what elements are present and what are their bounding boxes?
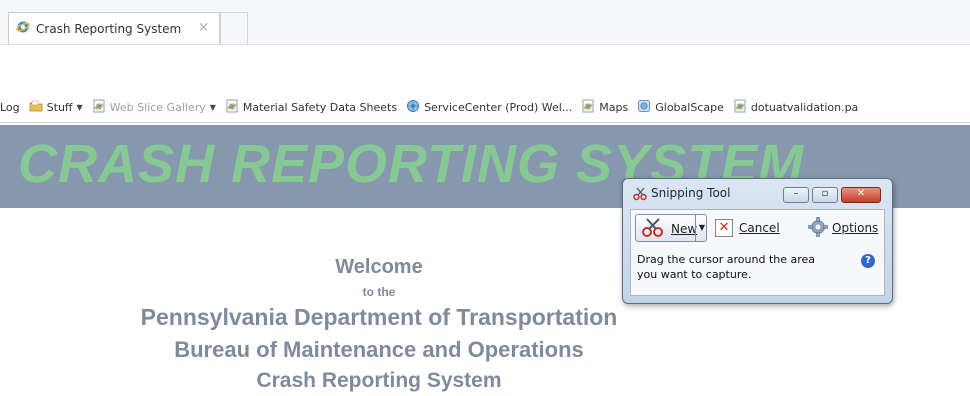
ie-page-icon bbox=[225, 99, 239, 116]
favorite-label: Web Slice Gallery bbox=[109, 100, 206, 114]
bureau-name: Bureau of Maintenance and Operations bbox=[174, 337, 584, 362]
organization-name: Pennsylvania Department of Transportatio… bbox=[140, 304, 618, 330]
favorite-servicecenter[interactable]: ServiceCenter (Prod) Wel... bbox=[406, 99, 572, 116]
ie-page-icon bbox=[16, 19, 30, 38]
new-tab-button[interactable] bbox=[220, 12, 248, 44]
new-snip-label: New bbox=[671, 222, 698, 236]
snipping-toolbar: New ▼ ✕ Cancel Options bbox=[631, 210, 884, 246]
cancel-icon: ✕ bbox=[715, 219, 733, 237]
window-title: Snipping Tool bbox=[651, 186, 731, 200]
favorite-maps[interactable]: Maps bbox=[581, 99, 628, 116]
options-label: Options bbox=[832, 221, 879, 235]
browser-tab[interactable]: Crash Reporting System × bbox=[8, 12, 220, 44]
ie-page-icon bbox=[733, 99, 747, 116]
scissors-icon bbox=[633, 186, 648, 205]
favorite-label: Material Safety Data Sheets bbox=[242, 100, 398, 114]
favorite-label: Maps bbox=[599, 100, 629, 114]
cancel-label: Cancel bbox=[739, 221, 780, 235]
snipping-tool-window[interactable]: Snipping Tool – ▫ ✕ New ▼ ✕ Cancel Optio… bbox=[622, 178, 893, 304]
new-snip-button[interactable]: New ▼ bbox=[635, 214, 707, 242]
chevron-down-icon[interactable]: ▼ bbox=[695, 215, 708, 241]
favorite-stuff[interactable]: Stuff ▼ bbox=[29, 99, 83, 116]
chevron-down-icon: ▼ bbox=[209, 102, 216, 112]
favorite-globalscape[interactable]: GlobalScape bbox=[637, 99, 724, 116]
favorites-bar: Log Stuff ▼ Web Slice Gallery ▼ Material… bbox=[0, 94, 970, 120]
snipping-tool-titlebar[interactable]: Snipping Tool – ▫ ✕ bbox=[623, 179, 892, 207]
close-button[interactable]: ✕ bbox=[841, 187, 881, 203]
scissors-icon bbox=[641, 218, 665, 241]
cancel-button[interactable]: ✕ Cancel bbox=[715, 216, 780, 240]
tab-close-button[interactable]: × bbox=[198, 21, 209, 34]
snipping-tool-body: New ▼ ✕ Cancel Options Drag the cursor a… bbox=[630, 209, 885, 296]
favorite-log[interactable]: Log bbox=[0, 101, 20, 114]
help-icon[interactable]: ? bbox=[861, 254, 875, 268]
maximize-button[interactable]: ▫ bbox=[812, 187, 838, 203]
favorite-label: dotuatvalidation.pa bbox=[750, 100, 859, 114]
favorite-label: Stuff bbox=[46, 100, 73, 114]
ie-page-icon bbox=[581, 99, 595, 116]
favorite-label: GlobalScape bbox=[655, 100, 724, 114]
globalscape-icon bbox=[637, 99, 651, 116]
instruction-text: Drag the cursor around the area you want… bbox=[637, 253, 816, 281]
folder-icon bbox=[29, 99, 43, 116]
gear-icon bbox=[808, 216, 828, 240]
favorite-dotuatvalidation[interactable]: dotuatvalidation.pa bbox=[733, 99, 858, 116]
chevron-down-icon: ▼ bbox=[76, 102, 83, 112]
browser-tab-strip: Crash Reporting System × bbox=[0, 0, 970, 45]
system-name: Crash Reporting System bbox=[256, 369, 502, 392]
options-button[interactable]: Options bbox=[808, 216, 878, 240]
ie-page-icon bbox=[92, 99, 106, 116]
favorite-web-slice-gallery[interactable]: Web Slice Gallery ▼ bbox=[92, 99, 216, 116]
favorite-label: Log bbox=[0, 100, 20, 114]
favorite-label: ServiceCenter (Prod) Wel... bbox=[424, 100, 573, 114]
minimize-button[interactable]: – bbox=[783, 187, 809, 203]
favorite-material-safety-data-sheets[interactable]: Material Safety Data Sheets bbox=[225, 99, 397, 116]
servicecenter-icon bbox=[406, 99, 420, 116]
tab-title: Crash Reporting System bbox=[36, 21, 182, 36]
